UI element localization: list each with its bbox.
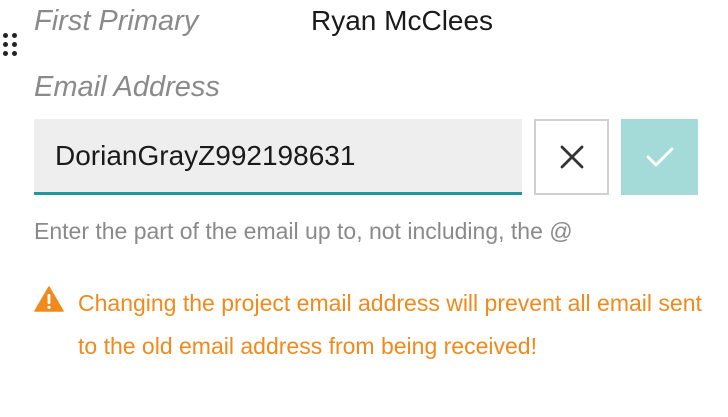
warning-text: Changing the project email address will … — [78, 290, 702, 359]
warning-triangle-icon — [34, 286, 64, 312]
confirm-button[interactable] — [621, 119, 698, 195]
check-icon — [646, 147, 673, 167]
email-help-text: Enter the part of the email up to, not i… — [34, 218, 573, 244]
email-edit-panel: First Primary Ryan McClees Email Address… — [0, 0, 728, 417]
drag-handle-icon[interactable] — [3, 33, 21, 61]
cancel-button[interactable] — [534, 119, 609, 195]
email-address-label: Email Address — [34, 71, 220, 103]
first-primary-label: First Primary — [34, 5, 199, 37]
first-primary-value: Ryan McClees — [311, 5, 494, 36]
close-icon — [560, 145, 583, 169]
email-address-input[interactable] — [34, 119, 522, 195]
